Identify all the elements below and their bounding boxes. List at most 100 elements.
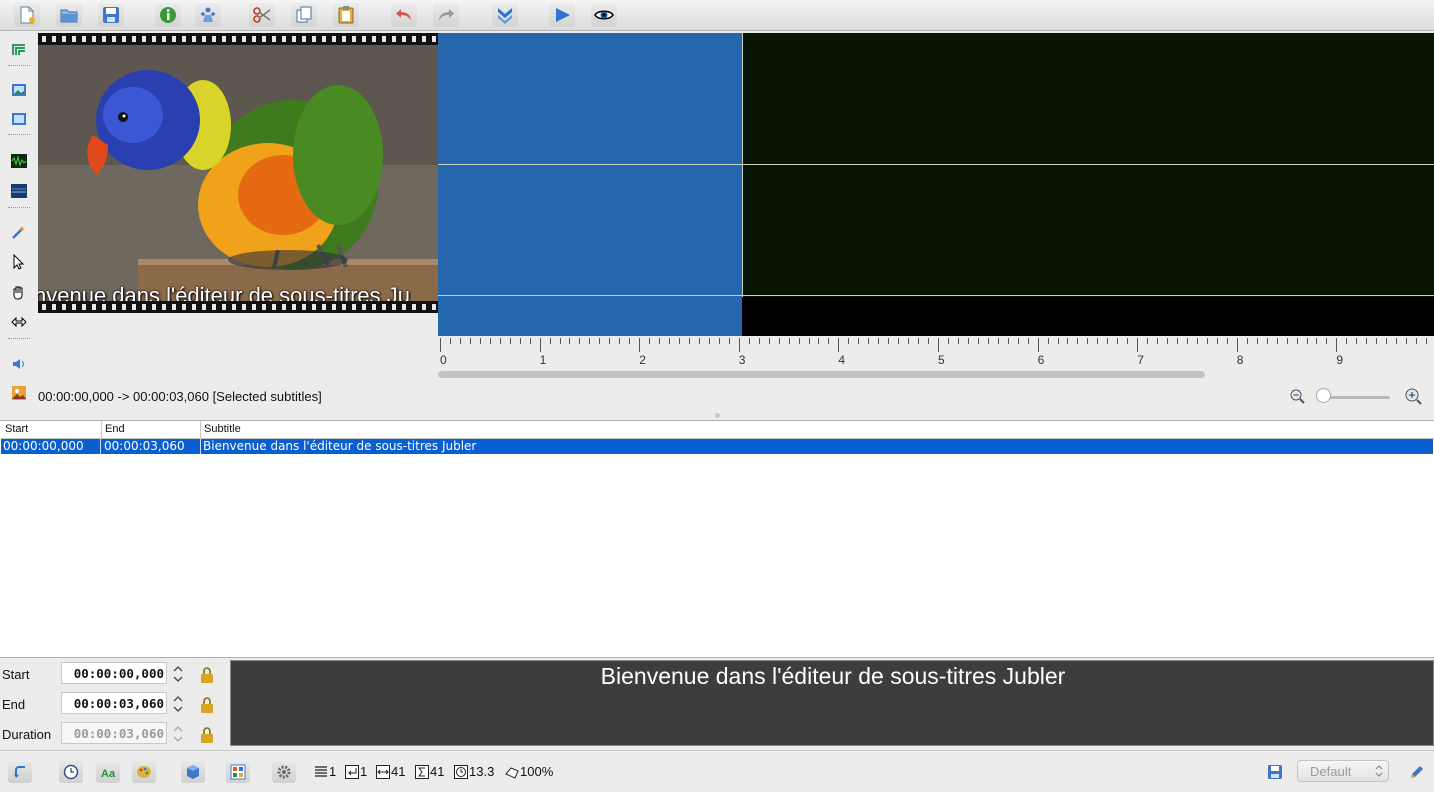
save-style-icon[interactable] bbox=[1263, 761, 1287, 783]
play-icon[interactable] bbox=[549, 3, 575, 27]
cell-subtitle[interactable]: Bienvenue dans l'éditeur de sous-titres … bbox=[203, 439, 476, 454]
ruler-tick bbox=[689, 338, 690, 344]
duration-spinner-icon[interactable] bbox=[171, 723, 185, 745]
video-preview[interactable]: nvenue dans l'éditeur de sous-titres Ju bbox=[38, 33, 438, 313]
ruler-tick bbox=[1167, 338, 1169, 344]
waveform-selection-edge[interactable] bbox=[742, 33, 743, 336]
waveform-scrollbar-thumb[interactable] bbox=[438, 371, 1205, 378]
waveform-view[interactable] bbox=[438, 33, 1434, 336]
ruler-tick bbox=[1406, 338, 1408, 344]
info-icon[interactable] bbox=[155, 3, 181, 27]
column-divider[interactable] bbox=[200, 421, 201, 438]
new-file-icon[interactable] bbox=[14, 3, 40, 27]
cube-icon[interactable] bbox=[181, 761, 205, 783]
ruler-tick bbox=[987, 338, 989, 344]
time-ruler[interactable]: 0 1 2 3 4 5 6 7 8 9 bbox=[438, 336, 1434, 368]
ruler-tick bbox=[1346, 338, 1348, 344]
ruler-tick bbox=[469, 338, 471, 344]
ruler-tick bbox=[808, 338, 810, 344]
start-spinner-icon[interactable] bbox=[171, 663, 185, 685]
people-icon[interactable] bbox=[195, 3, 221, 27]
image-small-icon[interactable] bbox=[9, 109, 29, 129]
clock-icon[interactable] bbox=[59, 761, 83, 783]
column-header-start[interactable]: Start bbox=[5, 423, 28, 435]
ruler-tick bbox=[1246, 338, 1248, 344]
subtitle-text-editor[interactable]: Bienvenue dans l'éditeur de sous-titres … bbox=[230, 660, 1434, 746]
audio-waveform-toggle-icon[interactable] bbox=[9, 39, 29, 59]
select-arrow-icon[interactable] bbox=[9, 252, 29, 272]
spectrum-icon[interactable] bbox=[9, 181, 29, 201]
ruler-tick bbox=[728, 338, 730, 344]
grid-icon[interactable] bbox=[226, 761, 250, 783]
split-pane-handle[interactable] bbox=[715, 413, 720, 418]
jump-icon[interactable] bbox=[8, 761, 32, 783]
film-strip-top bbox=[38, 33, 438, 45]
zoom-out-icon[interactable] bbox=[1288, 387, 1306, 405]
ruler-tick bbox=[997, 338, 999, 344]
waveform-scrollbar[interactable] bbox=[438, 370, 1434, 379]
ruler-tick bbox=[1007, 338, 1009, 344]
ruler-tick bbox=[768, 338, 770, 344]
column-header-end[interactable]: End bbox=[105, 423, 125, 435]
edit-pencil-icon[interactable] bbox=[1405, 761, 1429, 783]
settings-icon[interactable] bbox=[272, 761, 296, 783]
resize-icon[interactable] bbox=[9, 312, 29, 332]
waveform-icon[interactable] bbox=[9, 151, 29, 171]
end-time-field[interactable]: 00:00:03,060 bbox=[61, 692, 167, 714]
ruler-tick bbox=[957, 338, 959, 344]
duration-lock-icon[interactable] bbox=[198, 726, 216, 744]
ruler-tick bbox=[1047, 338, 1049, 344]
column-divider[interactable] bbox=[101, 421, 102, 438]
redo-icon[interactable] bbox=[433, 3, 459, 27]
ruler-tick bbox=[1256, 338, 1258, 344]
expand-down-icon[interactable] bbox=[492, 3, 518, 27]
save-icon[interactable] bbox=[98, 3, 124, 27]
undo-icon[interactable] bbox=[391, 3, 417, 27]
font-style-icon[interactable]: Aa bbox=[96, 761, 120, 783]
open-folder-icon[interactable] bbox=[56, 3, 82, 27]
tool-separator bbox=[8, 338, 30, 339]
zoom-slider-knob[interactable] bbox=[1316, 388, 1331, 403]
ruler-tick bbox=[559, 338, 561, 344]
ruler-tick bbox=[858, 338, 860, 344]
stat-lines: 1 bbox=[314, 764, 336, 779]
ruler-tick bbox=[918, 338, 920, 344]
duration-field[interactable]: 00:00:03,060 bbox=[61, 722, 167, 744]
subtitle-table[interactable]: Start End Subtitle 00:00:00,000 00:00:03… bbox=[0, 420, 1434, 658]
paste-icon[interactable] bbox=[333, 3, 359, 27]
stat-total-chars: 41 bbox=[415, 764, 444, 779]
ruler-tick bbox=[1376, 338, 1378, 344]
end-spinner-icon[interactable] bbox=[171, 693, 185, 715]
tool-separator bbox=[8, 207, 30, 208]
preview-eye-icon[interactable] bbox=[591, 3, 617, 27]
start-time-field[interactable]: 00:00:00,000 bbox=[61, 662, 167, 684]
waveform-lower-band bbox=[742, 297, 1434, 336]
ruler-tick bbox=[1426, 338, 1428, 344]
cell-end[interactable]: 00:00:03,060 bbox=[104, 439, 185, 454]
table-row[interactable]: 00:00:00,000 00:00:03,060 Bienvenue dans… bbox=[1, 439, 1433, 454]
wand-icon[interactable] bbox=[9, 222, 29, 242]
cell-start[interactable]: 00:00:00,000 bbox=[3, 439, 84, 454]
start-lock-icon[interactable] bbox=[198, 666, 216, 684]
zoom-in-icon[interactable] bbox=[1404, 387, 1422, 405]
waveform-divider bbox=[438, 164, 1434, 165]
main-toolbar bbox=[0, 0, 1434, 31]
ruler-tick bbox=[1236, 338, 1238, 352]
tool-separator bbox=[8, 65, 30, 66]
hand-icon[interactable] bbox=[9, 282, 29, 302]
ruler-tick bbox=[838, 338, 840, 352]
ruler-tick bbox=[1296, 338, 1298, 344]
ruler-tick bbox=[878, 338, 880, 344]
waveform-selection[interactable] bbox=[438, 33, 742, 336]
style-select[interactable]: Default bbox=[1297, 760, 1389, 782]
column-header-subtitle[interactable]: Subtitle bbox=[204, 423, 241, 435]
subtitle-text[interactable]: Bienvenue dans l'éditeur de sous-titres … bbox=[231, 663, 1434, 690]
cut-icon[interactable] bbox=[249, 3, 275, 27]
ruler-tick bbox=[1037, 338, 1039, 352]
palette-icon[interactable] bbox=[132, 761, 156, 783]
volume-icon[interactable] bbox=[9, 354, 29, 374]
image-icon[interactable] bbox=[9, 80, 29, 100]
copy-icon[interactable] bbox=[291, 3, 317, 27]
ruler-label: 1 bbox=[539, 353, 547, 367]
end-lock-icon[interactable] bbox=[198, 696, 216, 714]
